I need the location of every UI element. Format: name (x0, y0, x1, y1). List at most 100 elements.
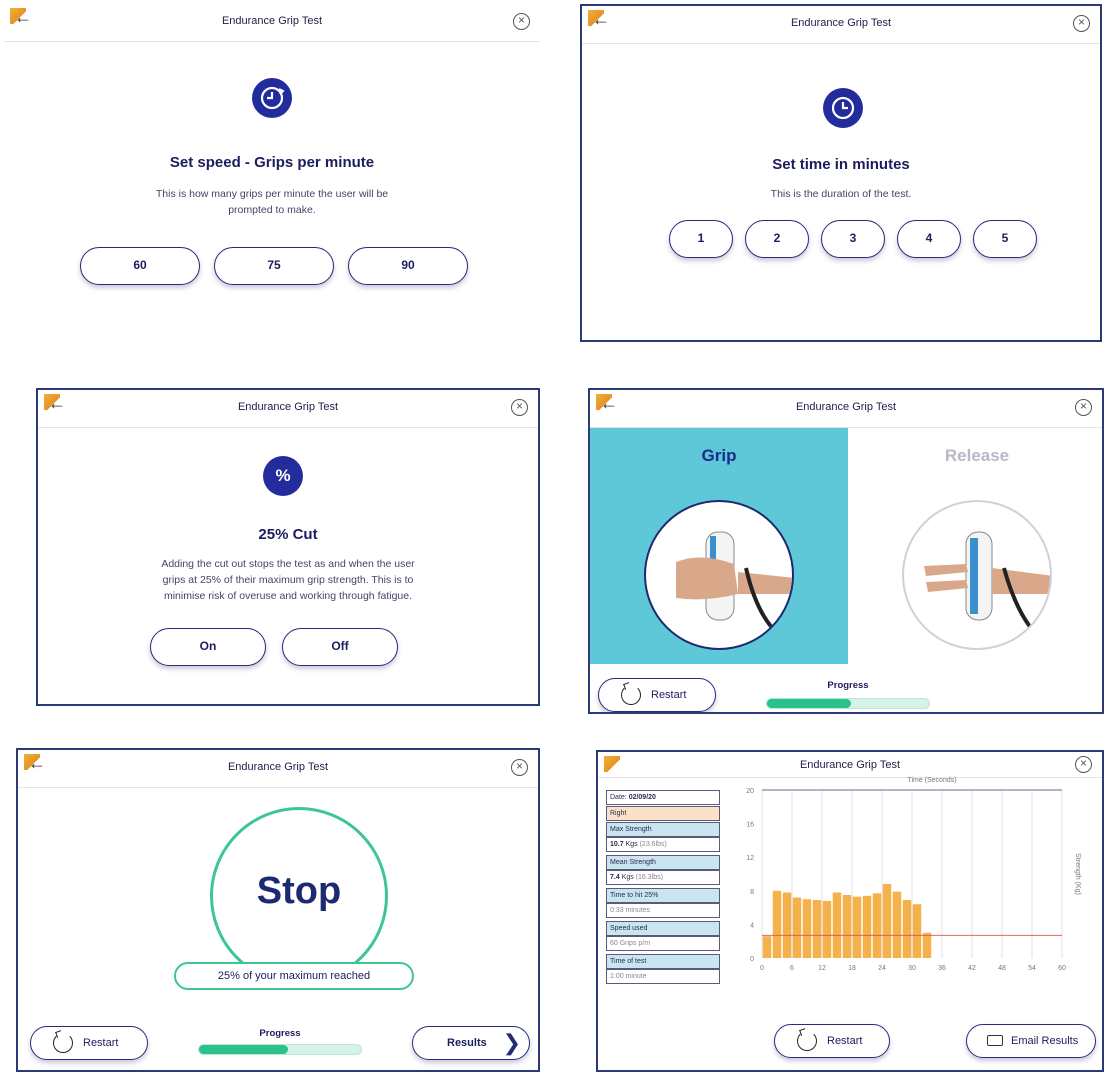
restart-icon (797, 1031, 817, 1051)
y-tick-label: 8 (750, 889, 754, 896)
app-title: Endurance Grip Test (237, 401, 339, 413)
restart-button[interactable]: Restart (598, 678, 716, 712)
time-description: This is the duration of the test. (770, 188, 912, 200)
x-axis-label: Time (Seconds) (907, 777, 956, 784)
app-title: Endurance Grip Test (795, 401, 897, 413)
y-tick-label: 4 (750, 922, 754, 929)
x-tick-label: 18 (848, 965, 856, 972)
results-button[interactable]: Results ❯ (412, 1026, 530, 1060)
time-title: Set time in minutes (772, 156, 910, 173)
speed-timer-icon (252, 78, 292, 118)
y-tick-label: 20 (746, 788, 754, 795)
close-icon[interactable]: × (1073, 15, 1090, 32)
email-results-label: Email Results (1011, 1035, 1079, 1047)
time-option-3[interactable]: 3 (821, 220, 885, 258)
bar (912, 904, 922, 958)
restart-label: Restart (83, 1037, 119, 1049)
x-tick-label: 24 (878, 965, 886, 972)
cut-option-on[interactable]: On (150, 628, 266, 666)
release-section: Release (848, 428, 1102, 664)
time-option-2[interactable]: 2 (745, 220, 809, 258)
restart-button[interactable]: Restart (30, 1026, 148, 1060)
speed-description-2: prompted to make. (228, 204, 316, 216)
bar (792, 897, 802, 958)
stat-time-of-test-label: Time of test (606, 954, 720, 969)
stat-max-label: Max Strength (606, 822, 720, 837)
x-tick-label: 48 (998, 965, 1006, 972)
app-title: Endurance Grip Test (221, 15, 323, 27)
cut-description-3: minimise risk of overuse and working thr… (163, 590, 413, 602)
results-label: Results (447, 1037, 487, 1049)
header: ← Endurance Grip Test × (590, 390, 1102, 428)
speed-option-90[interactable]: 90 (348, 247, 468, 285)
progress-bar (198, 1044, 362, 1055)
bar (782, 892, 792, 958)
stat-speed-value: 60 Grips p/m (606, 936, 720, 951)
progress-label: Progress (827, 680, 869, 691)
bar (812, 900, 822, 958)
header: ← Endurance Grip Test × (18, 750, 538, 788)
bar (842, 895, 852, 958)
bar (832, 892, 842, 958)
progress-fill (199, 1045, 289, 1054)
x-tick-label: 0 (760, 965, 764, 972)
bar (902, 900, 912, 958)
grip-section: Grip (590, 428, 848, 664)
bar (892, 891, 902, 958)
cut-title: 25% Cut (258, 526, 318, 543)
chevron-right-icon: ❯ (502, 1030, 521, 1055)
time-panel: ← Endurance Grip Test × Set time in minu… (580, 4, 1102, 342)
bar (822, 900, 832, 958)
x-tick-label: 36 (938, 965, 946, 972)
cut-option-off[interactable]: Off (282, 628, 398, 666)
speed-title: Set speed - Grips per minute (169, 154, 375, 171)
restart-label: Restart (827, 1035, 863, 1047)
speed-option-60[interactable]: 60 (80, 247, 200, 285)
restart-label: Restart (651, 689, 687, 701)
mail-icon (987, 1035, 1003, 1046)
time-option-4[interactable]: 4 (897, 220, 961, 258)
stat-date: Date: 02/09/20 (606, 790, 720, 805)
bar (772, 890, 782, 958)
bar (922, 932, 932, 958)
results-panel: Endurance Grip Test × Date: 02/09/20 Rig… (596, 750, 1104, 1072)
y-tick-label: 0 (750, 956, 754, 963)
y-tick-label: 16 (746, 822, 754, 829)
release-image (902, 500, 1052, 650)
cut-description-2: grips at 25% of their maximum grip stren… (162, 574, 414, 586)
threshold-message: 25% of your maximum reached (174, 962, 414, 990)
x-tick-label: 12 (818, 965, 826, 972)
bar (802, 899, 812, 958)
percent-icon: % (263, 456, 303, 496)
stat-time25-label: Time to hit 25% (606, 888, 720, 903)
cut-description-1: Adding the cut out stops the test as and… (161, 558, 415, 570)
time-option-5[interactable]: 5 (973, 220, 1037, 258)
restart-button[interactable]: Restart (774, 1024, 890, 1058)
x-tick-label: 30 (908, 965, 916, 972)
bar (762, 936, 772, 958)
header: ← Endurance Grip Test × (4, 4, 540, 42)
speed-option-75[interactable]: 75 (214, 247, 334, 285)
x-tick-label: 60 (1058, 965, 1066, 972)
app-title: Endurance Grip Test (790, 17, 892, 29)
restart-icon (621, 685, 641, 705)
close-icon[interactable]: × (511, 399, 528, 416)
close-icon[interactable]: × (1075, 399, 1092, 416)
bar (882, 884, 892, 958)
stat-mean-value: 7.4 Kgs (16.3lbs) (606, 870, 720, 885)
speed-panel: ← Endurance Grip Test × Set speed - Grip… (4, 4, 540, 334)
progress-bar (766, 698, 930, 709)
grip-image (644, 500, 794, 650)
time-option-1[interactable]: 1 (669, 220, 733, 258)
stop-indicator: Stop (210, 807, 388, 985)
stop-panel: ← Endurance Grip Test × Stop 25% of your… (16, 748, 540, 1072)
close-icon[interactable]: × (513, 13, 530, 30)
email-results-button[interactable]: Email Results (966, 1024, 1096, 1058)
stat-side: Right (606, 806, 720, 821)
close-icon[interactable]: × (511, 759, 528, 776)
grip-label: Grip (701, 446, 737, 465)
y-tick-label: 12 (746, 855, 754, 862)
release-label: Release (944, 446, 1010, 465)
bar (862, 895, 872, 958)
progress-label: Progress (259, 1028, 301, 1039)
